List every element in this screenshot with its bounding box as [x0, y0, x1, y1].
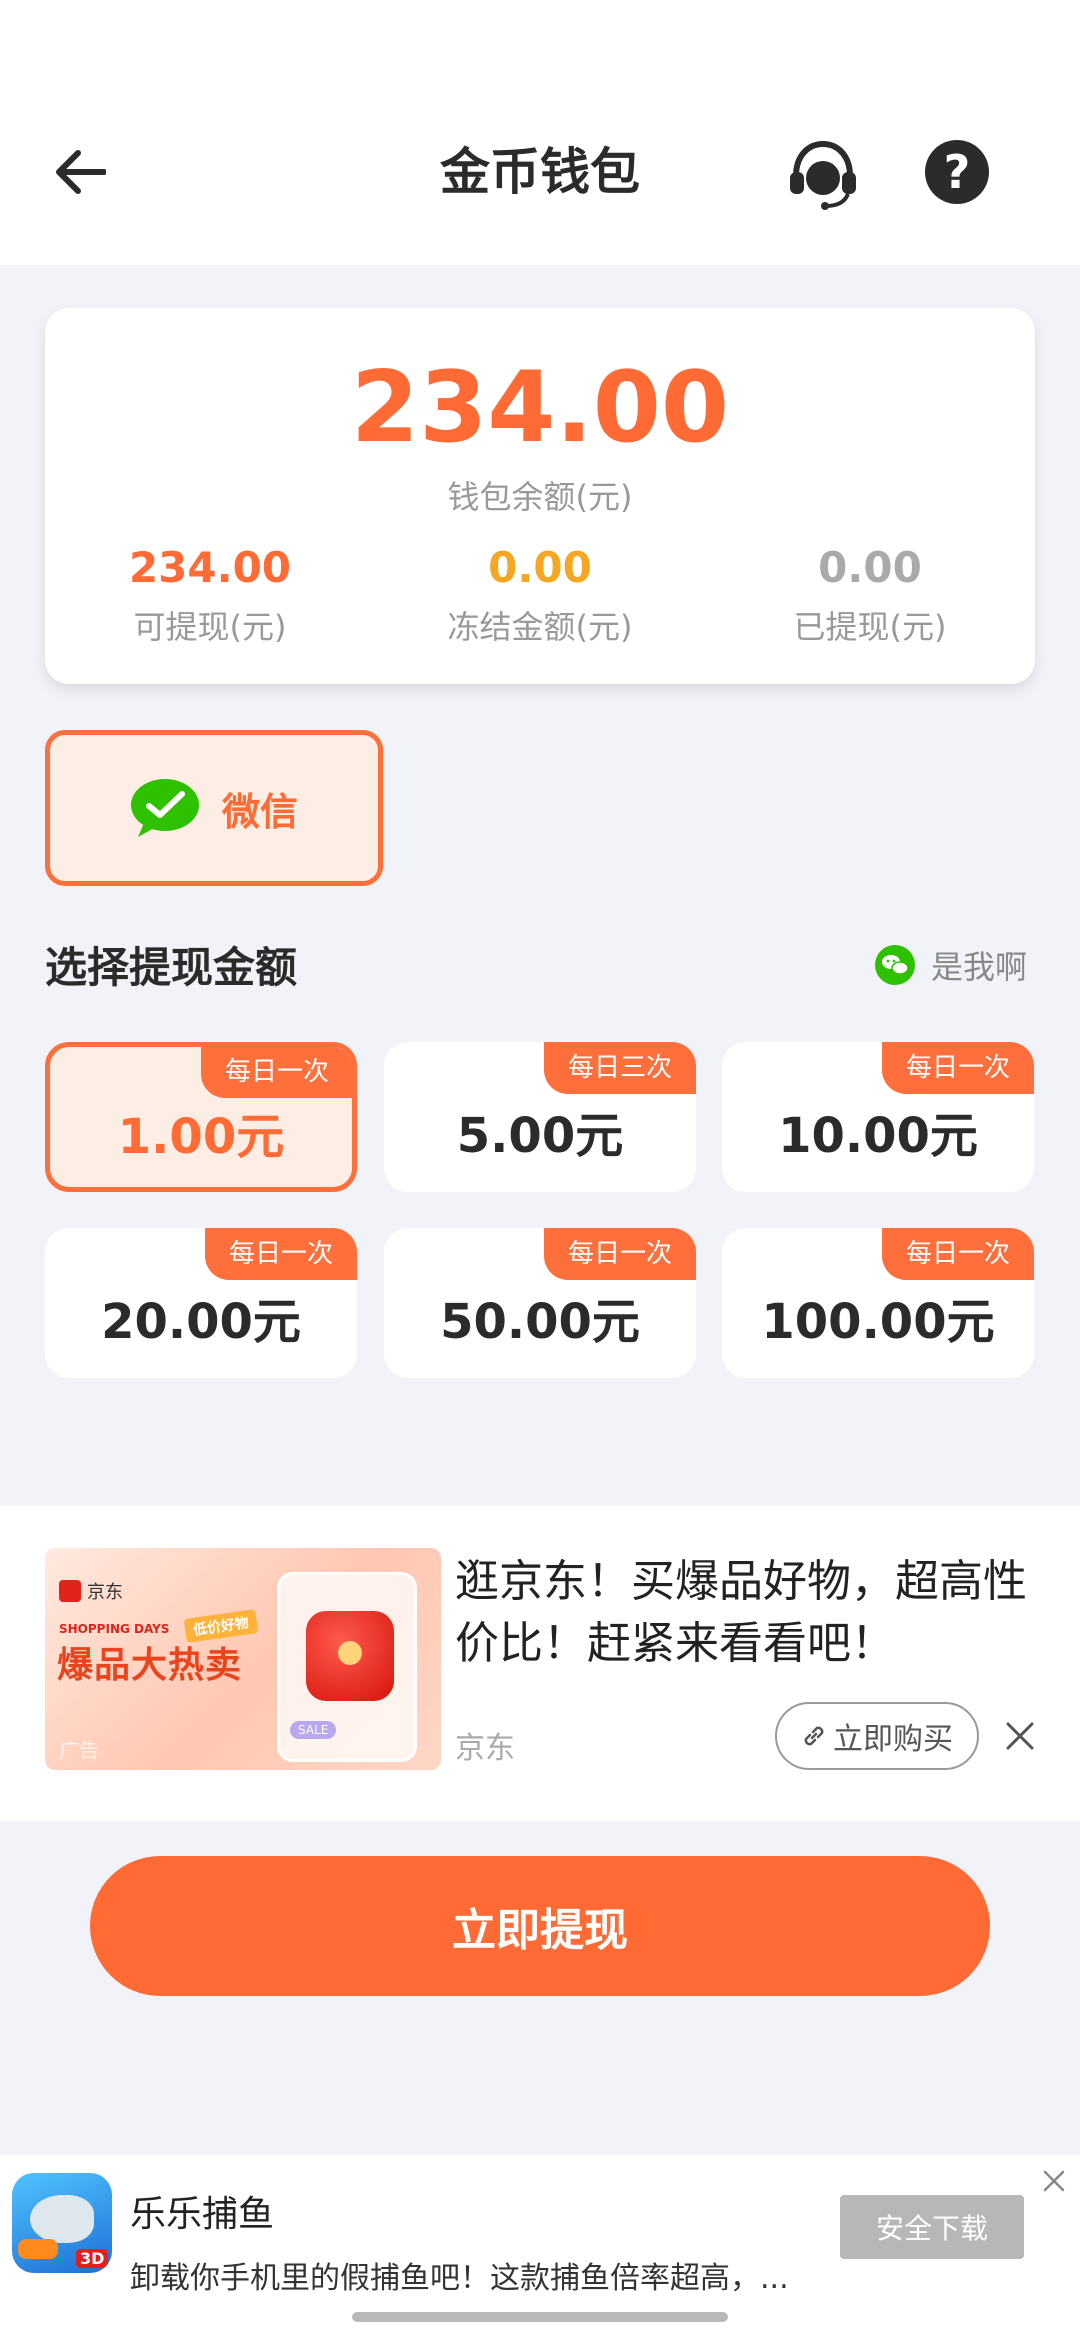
shark-shape [30, 2195, 94, 2243]
amount-option-value: 10.00元 [778, 1108, 978, 1164]
amount-option-100[interactable]: 每日一次 100.00元 [722, 1228, 1034, 1378]
ad-image-tagline: SHOPPING DAYS [59, 1622, 170, 1636]
amount-option-5[interactable]: 每日三次 5.00元 [384, 1042, 696, 1192]
amount-option-50[interactable]: 每日一次 50.00元 [384, 1228, 696, 1378]
ad-image-brand: 京东 [87, 1582, 123, 1603]
withdrawable-stat: 234.00 可提现(元) [45, 540, 375, 648]
ad-buy-now-button[interactable]: 立即购买 [775, 1702, 979, 1770]
amount-option-tag: 每日一次 [882, 1042, 1034, 1094]
frozen-value: 0.00 [488, 543, 592, 592]
amount-option-tag: 每日一次 [205, 1228, 357, 1280]
withdrawn-value: 0.00 [818, 543, 922, 592]
ad-buy-now-label: 立即购买 [833, 1722, 953, 1757]
withdrawable-label: 可提现(元) [133, 608, 287, 646]
wechat-icon [130, 779, 199, 837]
ad-source: 京东 [455, 1731, 515, 1766]
customer-service-button[interactable] [783, 135, 863, 215]
home-indicator[interactable] [352, 2312, 728, 2322]
balance-card: 234.00 钱包余额(元) 234.00 可提现(元) 0.00 冻结金额(元… [45, 308, 1035, 684]
game-description: 卸载你手机里的假捕鱼吧！这款捕鱼倍率超高，... [130, 2261, 789, 2296]
amount-option-tag: 每日三次 [544, 1042, 696, 1094]
wechat-account: 是我啊 [875, 942, 1027, 988]
close-icon [1006, 1722, 1034, 1750]
headset-icon [790, 140, 856, 210]
ad-image-sale: SALE [290, 1721, 337, 1739]
amount-option-value: 50.00元 [440, 1294, 640, 1350]
withdrawable-value: 234.00 [128, 543, 292, 592]
ad-mark: 广告 [59, 1738, 99, 1762]
wallet-balance-amount: 234.00 [350, 351, 730, 465]
ad-image[interactable]: 京东 SHOPPING DAYS 低价好物 爆品大热卖 SALE 广告 [45, 1548, 441, 1770]
ad-text[interactable]: 逛京东！买爆品好物，超高性价比！赶紧来看看吧！ [455, 1551, 1035, 1675]
withdraw-method-label: 微信 [221, 789, 298, 834]
withdraw-method-wechat[interactable]: 微信 [45, 730, 383, 886]
wechat-account-icon [875, 945, 915, 985]
amount-option-tag: 每日一次 [544, 1228, 696, 1280]
amount-option-value: 20.00元 [101, 1294, 301, 1350]
amount-option-20[interactable]: 每日一次 20.00元 [45, 1228, 357, 1378]
ad-phone-frame: SALE [277, 1572, 417, 1762]
withdrawn-stat: 0.00 已提现(元) [705, 540, 1035, 648]
ad-banner[interactable]: 京东 SHOPPING DAYS 低价好物 爆品大热卖 SALE 广告 逛京东！… [0, 1506, 1080, 1821]
page-title: 金币钱包 [440, 143, 640, 201]
game-app-icon[interactable]: 3D [12, 2173, 112, 2273]
bottom-ad-close-button[interactable] [1040, 2167, 1068, 2195]
amount-option-tag: 每日一次 [201, 1047, 352, 1098]
header-bar: 金币钱包 ? [0, 0, 1080, 265]
account-name: 是我啊 [931, 948, 1028, 986]
frozen-stat: 0.00 冻结金额(元) [375, 540, 705, 648]
wallet-balance-label: 钱包余额(元) [447, 478, 633, 516]
safe-download-button[interactable]: 安全下载 [840, 2195, 1024, 2259]
ad-close-button[interactable] [1000, 1716, 1040, 1756]
ad-image-headline: 爆品大热卖 [57, 1645, 243, 1686]
link-icon [804, 1726, 824, 1746]
amount-option-10[interactable]: 每日一次 10.00元 [722, 1042, 1034, 1192]
question-circle-icon: ? [943, 145, 971, 199]
game-name[interactable]: 乐乐捕鱼 [130, 2185, 274, 2237]
withdrawn-label: 已提现(元) [793, 608, 947, 646]
amount-option-value: 5.00元 [456, 1108, 624, 1164]
amount-option-value: 100.00元 [761, 1294, 995, 1350]
red-envelope-icon [306, 1611, 394, 1701]
frozen-label: 冻结金额(元) [447, 608, 633, 646]
close-icon [1043, 2170, 1065, 2192]
amount-option-1[interactable]: 每日一次 1.00元 [45, 1042, 357, 1192]
cannon-shape [18, 2239, 58, 2259]
envelope-coin [338, 1641, 362, 1665]
jd-logo-icon [59, 1580, 81, 1602]
amount-option-tag: 每日一次 [882, 1228, 1034, 1280]
amount-option-value: 1.00元 [117, 1109, 285, 1165]
help-button[interactable]: ? [925, 140, 989, 204]
withdraw-now-button[interactable]: 立即提现 [90, 1856, 990, 1996]
select-amount-title: 选择提现金额 [45, 943, 298, 992]
icon-3d-badge: 3D [76, 2249, 109, 2268]
